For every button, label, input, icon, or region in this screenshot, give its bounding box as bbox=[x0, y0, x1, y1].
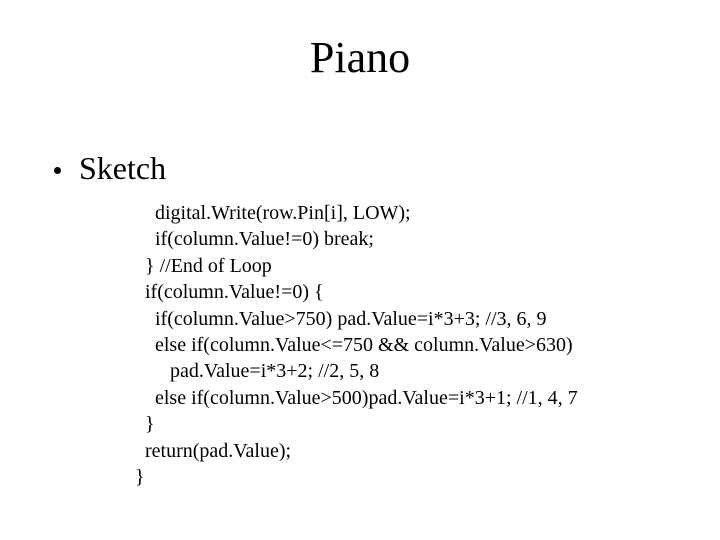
bullet-dot-icon bbox=[54, 167, 61, 174]
bullet-item: Sketch bbox=[54, 150, 166, 187]
slide-title: Piano bbox=[0, 32, 720, 83]
slide: Piano Sketch digital.Write(row.Pin[i], L… bbox=[0, 0, 720, 540]
bullet-label: Sketch bbox=[79, 150, 166, 187]
code-block: digital.Write(row.Pin[i], LOW); if(colum… bbox=[135, 200, 578, 490]
